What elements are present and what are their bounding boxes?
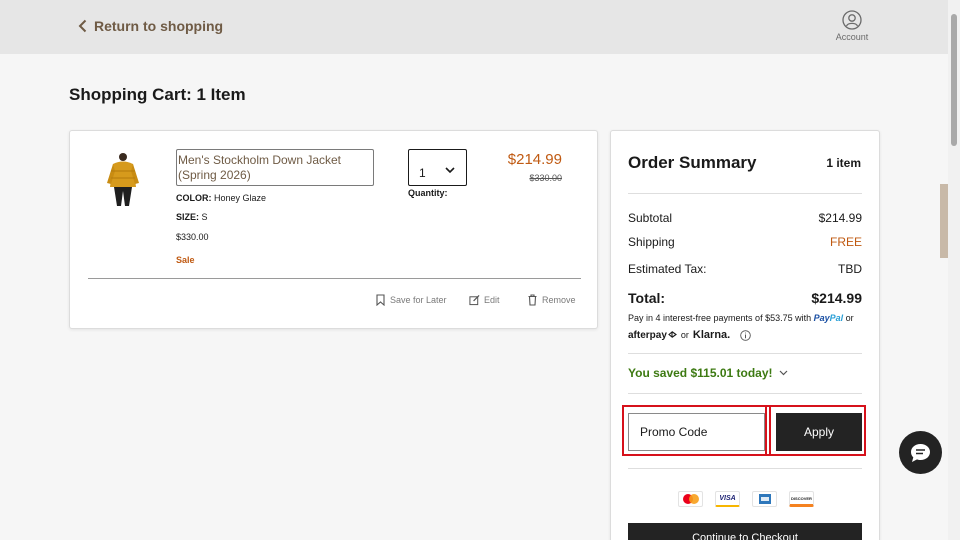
order-summary-title: Order Summary — [628, 153, 757, 172]
account-button[interactable]: Account — [832, 10, 872, 42]
paypal-pal: Pal — [829, 313, 844, 323]
paypal-pay: Pay — [813, 313, 830, 323]
afterpay-logo[interactable]: afterpay — [628, 330, 677, 341]
save-for-later-button[interactable]: Save for Later — [375, 294, 450, 306]
highlight-promo-input — [622, 405, 771, 456]
bnpl-options: afterpay or Klarna. — [628, 329, 751, 341]
afterpay-text: afterpay — [628, 329, 667, 341]
page-title: Shopping Cart: 1 Item — [69, 85, 246, 104]
subtotal-row: Subtotal $214.99 — [628, 211, 862, 225]
product-size: SIZE: S — [176, 212, 208, 222]
chat-icon — [911, 444, 930, 462]
mastercard-icon — [678, 491, 703, 507]
chevron-left-icon — [78, 19, 87, 33]
installments-text: Pay in 4 interest-free payments of $53.7… — [628, 312, 868, 324]
mastercard-circles — [682, 494, 699, 504]
paypal-logo[interactable]: PayPal — [814, 313, 844, 323]
trash-icon — [528, 294, 537, 306]
color-label: COLOR: — [176, 193, 212, 203]
savings-text: You saved $115.01 today! — [628, 366, 773, 380]
scrollbar-thumb[interactable] — [951, 14, 957, 146]
return-to-shopping-link[interactable]: Return to shopping — [78, 18, 223, 34]
bookmark-icon — [376, 294, 385, 306]
subtotal-value: $214.99 — [818, 211, 862, 225]
shipping-row: Shipping FREE — [628, 235, 862, 249]
continue-to-checkout-button[interactable]: Continue to Checkout — [628, 523, 862, 540]
chevron-down-icon — [445, 167, 455, 174]
quantity-label: Quantity: — [408, 188, 448, 198]
size-value: S — [201, 212, 208, 222]
edit-icon — [469, 294, 480, 306]
product-name-link[interactable]: Men's Stockholm Down Jacket (Spring 2026… — [176, 149, 374, 186]
order-summary-panel: Order Summary 1 item Subtotal $214.99 Sh… — [610, 130, 880, 540]
tax-row: Estimated Tax: TBD — [628, 262, 862, 276]
quantity-select[interactable]: 1 — [408, 149, 467, 186]
chevron-down-icon — [779, 370, 787, 376]
size-label: SIZE: — [176, 212, 200, 222]
or-text: or — [680, 330, 689, 340]
tax-value: TBD — [838, 262, 862, 276]
klarna-logo[interactable]: Klarna. — [693, 329, 730, 341]
edit-label: Edit — [484, 295, 500, 305]
checkout-label: Continue to Checkout — [692, 532, 798, 540]
amex-icon — [752, 491, 777, 507]
shipping-value: FREE — [829, 235, 862, 249]
visa-text: VISA — [719, 495, 736, 502]
return-to-shopping-label: Return to shopping — [94, 18, 224, 34]
payment-methods: VISA DISCOVER — [678, 491, 814, 507]
item-count: 1 item — [826, 156, 861, 170]
amex-mark — [758, 494, 771, 504]
installments-copy: Pay in 4 interest-free payments of $53.7… — [628, 313, 812, 323]
unit-price: $330.00 — [176, 232, 209, 242]
scrollbar[interactable] — [948, 0, 960, 540]
account-label: Account — [835, 32, 869, 42]
total-label: Total: — [628, 290, 666, 306]
or-text: or — [845, 313, 854, 323]
discover-icon: DISCOVER — [789, 491, 814, 507]
divider — [628, 468, 862, 469]
chat-button[interactable] — [899, 431, 942, 474]
color-value: Honey Glaze — [214, 193, 267, 203]
divider — [628, 193, 862, 194]
afterpay-icon — [668, 330, 677, 338]
quantity-value: 1 — [419, 166, 426, 180]
user-icon — [842, 10, 862, 30]
visa-icon: VISA — [715, 491, 740, 507]
save-for-later-label: Save for Later — [390, 295, 447, 305]
remove-label: Remove — [542, 295, 576, 305]
discover-text: DISCOVER — [791, 495, 812, 501]
highlight-apply-button — [765, 405, 866, 456]
total-row: Total: $214.99 — [628, 290, 862, 306]
info-icon[interactable] — [740, 329, 751, 341]
divider — [88, 278, 581, 279]
product-image[interactable] — [101, 149, 145, 208]
top-bar: Return to shopping Account — [0, 0, 948, 54]
savings-toggle[interactable]: You saved $115.01 today! — [628, 366, 788, 380]
remove-button[interactable]: Remove — [527, 294, 582, 306]
sale-label: Sale — [176, 255, 195, 265]
cart-item-card: Men's Stockholm Down Jacket (Spring 2026… — [69, 130, 598, 329]
total-value: $214.99 — [811, 290, 862, 306]
feedback-tab[interactable] — [940, 184, 948, 258]
divider — [628, 393, 862, 394]
edit-button[interactable]: Edit — [469, 294, 509, 306]
sale-price: $214.99 — [507, 151, 562, 168]
product-color: COLOR: Honey Glaze — [176, 193, 266, 203]
divider — [628, 353, 862, 354]
tax-label: Estimated Tax: — [628, 262, 707, 276]
original-price: $330.00 — [529, 173, 562, 183]
subtotal-label: Subtotal — [628, 211, 673, 225]
shipping-label: Shipping — [628, 235, 675, 249]
